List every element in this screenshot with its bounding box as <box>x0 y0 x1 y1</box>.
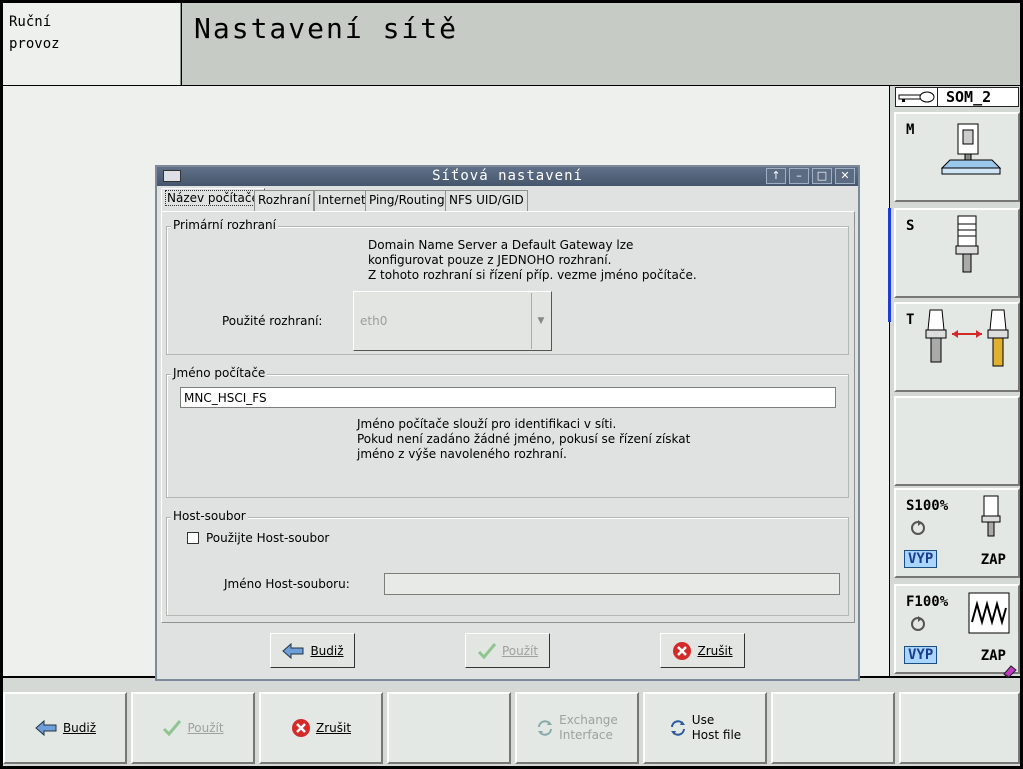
spindle-override-percent: S100% <box>906 498 949 514</box>
checkmark-icon <box>477 642 497 659</box>
softkey-empty[interactable] <box>894 396 1020 486</box>
minimize-window-icon[interactable]: – <box>789 168 809 184</box>
softkey-exchange-interface[interactable]: Exchange Interface <box>515 692 639 764</box>
used-interface-value: eth0 <box>360 314 388 328</box>
softkey-s-letter: S <box>906 218 915 234</box>
rotate-icon <box>911 520 925 535</box>
dialog-apply-label: Použít <box>501 643 539 658</box>
primary-info-line-2: konfigurovat pouze z JEDNOHO rozhraní. <box>368 253 612 267</box>
feed-wave-icon <box>968 592 1010 634</box>
tool-change-icon <box>925 309 1009 367</box>
keylock-name: SOM_2 <box>946 88 992 106</box>
softkey-cancel[interactable]: Zrušit <box>259 692 383 764</box>
eraser-icon <box>1003 665 1017 678</box>
active-indicator <box>888 208 891 322</box>
dialog-ok-label: Budiž <box>310 643 344 658</box>
softkey-m-letter: M <box>906 122 915 138</box>
use-hostfile-checkbox[interactable] <box>187 532 199 544</box>
softkey-blank-2[interactable] <box>771 692 895 764</box>
feed-on-state: ZAP <box>980 648 1006 664</box>
spindle-icon <box>981 495 1001 537</box>
primary-info-line-1: Domain Name Server a Default Gateway lze <box>368 238 634 252</box>
spindle-on-state: ZAP <box>980 552 1006 568</box>
used-interface-select[interactable]: eth0 ▼ <box>353 291 552 351</box>
hostfile-group-title: Host-soubor <box>171 509 248 523</box>
feed-off-state: VYP <box>904 646 938 664</box>
hostname-info-line-1: Jméno počítače slouží pro identifikaci v… <box>357 417 617 431</box>
softkey-exchange-line-1: Exchange <box>559 713 618 727</box>
softkey-ok[interactable]: Budiž <box>3 692 127 764</box>
cancel-icon <box>291 719 310 737</box>
used-interface-label: Použité rozhraní: <box>222 314 323 328</box>
spindle-tool-icon <box>955 215 979 273</box>
tab-nfs-uid-gid[interactable]: NFS UID/GID <box>445 190 528 211</box>
mode-line-2: provoz <box>9 36 60 52</box>
softkey-spindle-override[interactable]: S100% VYP ZAP <box>894 488 1020 578</box>
tab-computer-name-label: Název počítače <box>165 190 261 206</box>
operating-mode-box: Ruční provoz <box>3 3 181 85</box>
hostname-info-line-3: jméno z výše navoleného rozhraní. <box>357 447 567 461</box>
maximize-window-icon[interactable]: □ <box>812 168 832 184</box>
softkey-blank-1[interactable] <box>387 692 511 764</box>
cancel-icon <box>673 641 692 660</box>
softkey-t-function[interactable]: T <box>894 302 1020 392</box>
checkmark-icon <box>163 720 182 737</box>
dialog-apply-button[interactable]: Použít <box>465 633 550 668</box>
chevron-down-icon[interactable]: ▼ <box>531 293 550 349</box>
tab-computer-name[interactable]: Název počítače <box>161 188 265 212</box>
softkey-ok-label: Budiž <box>62 721 97 735</box>
tab-interface[interactable]: Rozhraní <box>254 190 315 211</box>
tab-interface-label: Rozhraní <box>258 193 311 207</box>
feed-override-percent: F100% <box>906 594 949 610</box>
softkey-cancel-label: Zrušit <box>315 721 352 735</box>
hostname-info-line-2: Pokud není zadáno žádné jméno, pokusí se… <box>357 432 691 446</box>
rotate-icon <box>911 616 925 631</box>
softkey-m-function[interactable]: M <box>894 112 1020 202</box>
tab-ping-routing-label: Ping/Routing <box>369 193 445 207</box>
tab-nfs-uid-gid-label: NFS UID/GID <box>449 193 524 207</box>
dialog-cancel-button[interactable]: Zrušit <box>660 633 745 668</box>
dialog-ok-button[interactable]: Budiž <box>270 633 355 668</box>
back-arrow-icon <box>35 719 57 737</box>
machine-table-icon <box>940 123 1002 175</box>
hostname-group-title: Jméno počítače <box>171 366 268 380</box>
softkey-s-function[interactable]: S <box>894 208 1020 298</box>
softkey-blank-3[interactable] <box>899 692 1020 764</box>
spindle-off-state: VYP <box>904 550 938 568</box>
hostname-input[interactable] <box>180 387 836 408</box>
softkey-feed-override[interactable]: F100% VYP ZAP <box>894 584 1020 674</box>
hostfile-name-input[interactable] <box>384 573 840 595</box>
close-window-icon[interactable]: ✕ <box>835 168 855 184</box>
back-arrow-icon <box>282 642 304 659</box>
primary-info-text: Domain Name Server a Default Gateway lze… <box>368 238 697 283</box>
softkey-apply-label: Použít <box>187 721 224 735</box>
window-menu-icon[interactable] <box>163 170 181 182</box>
tab-internet-label: Internet <box>318 193 366 207</box>
key-icon <box>896 88 938 106</box>
raise-window-icon[interactable]: ↑ <box>766 168 786 184</box>
softkey-t-letter: T <box>906 312 915 328</box>
softkey-apply[interactable]: Použít <box>131 692 255 764</box>
use-hostfile-label: Použijte Host-soubor <box>206 531 330 545</box>
hostfile-name-label: Jméno Host-souboru: <box>224 577 350 591</box>
softkey-exchange-line-2: Interface <box>559 728 613 742</box>
dialog-title: Síťová nastavení <box>157 167 858 186</box>
softkey-hostfile-line-1: Use <box>691 713 715 727</box>
keylock-status: SOM_2 <box>895 87 1019 107</box>
softkey-hostfile-line-2: Host file <box>691 728 742 742</box>
primary-info-line-3: Z tohoto rozhraní si řízení příp. vezme … <box>368 268 697 282</box>
tab-internet[interactable]: Internet <box>314 190 370 211</box>
softkey-use-host-file[interactable]: Use Host file <box>643 692 767 764</box>
refresh-icon <box>538 720 553 736</box>
dialog-cancel-label: Zrušit <box>697 643 733 658</box>
primary-interface-title: Primární rozhraní <box>171 218 278 232</box>
tab-ping-routing[interactable]: Ping/Routing <box>365 190 449 211</box>
page-title: Nastavení sítě <box>182 3 1020 85</box>
refresh-icon <box>670 720 685 736</box>
mode-line-1: Ruční <box>9 14 52 30</box>
hostname-info-text: Jméno počítače slouží pro identifikaci v… <box>357 417 690 462</box>
